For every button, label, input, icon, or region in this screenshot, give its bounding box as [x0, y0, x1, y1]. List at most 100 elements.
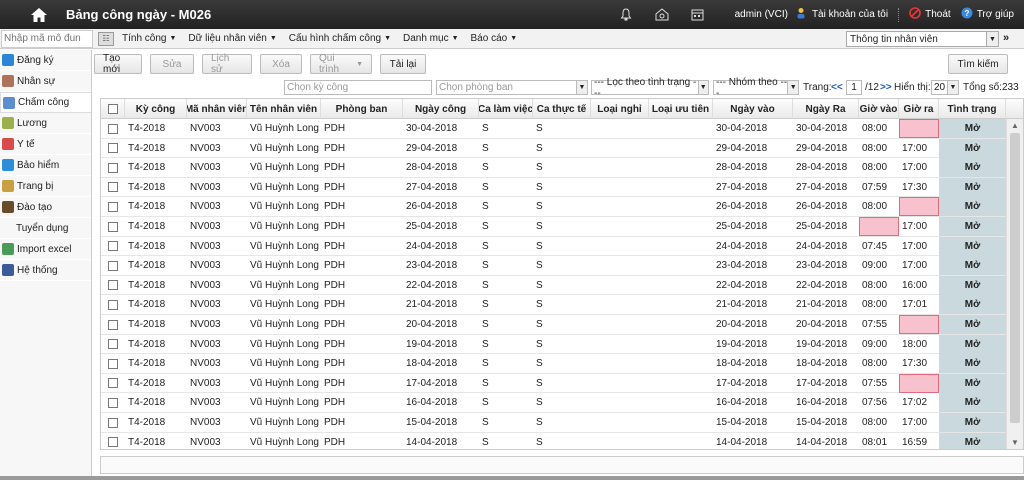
next-page-link[interactable]: >>	[880, 82, 892, 93]
bell-icon[interactable]	[619, 8, 633, 22]
table-row[interactable]: T4-2018 NV003 Vũ Huỳnh Long PDH 28-04-2018 S S…	[101, 158, 1006, 178]
table-row[interactable]: T4-2018 NV003 Vũ Huỳnh Long PDH 17-04-2018 S S…	[101, 373, 1006, 394]
delete-button[interactable]: Xóa	[260, 54, 302, 74]
expand-icon[interactable]: »	[1003, 32, 1009, 44]
sidebar-item-đăng-ký[interactable]: Đăng ký	[0, 50, 91, 71]
row-checkbox[interactable]	[108, 260, 118, 271]
grid-menu-icon[interactable]: ☷	[98, 31, 114, 46]
sidebar-item-chấm-công[interactable]: Chấm công	[0, 92, 91, 113]
table-row[interactable]: T4-2018 NV003 Vũ Huỳnh Long PDH 24-04-2018 S S…	[101, 236, 1006, 257]
column-header[interactable]: Loại nghỉ	[591, 99, 649, 119]
column-header[interactable]: Ca làm việc	[479, 99, 533, 119]
page-input[interactable]: 1	[846, 80, 862, 95]
row-checkbox[interactable]	[108, 241, 118, 252]
row-checkbox[interactable]	[108, 437, 118, 448]
sidebar-item-y-tế[interactable]: Y tế	[0, 134, 91, 155]
row-checkbox[interactable]	[108, 123, 118, 134]
table-row[interactable]: T4-2018 NV003 Vũ Huỳnh Long PDH 18-04-2018 S S…	[101, 354, 1006, 374]
column-header[interactable]: Giờ ra	[899, 99, 939, 119]
scroll-down-icon[interactable]: ▼	[1011, 438, 1019, 447]
table-row[interactable]: T4-2018 NV003 Vũ Huỳnh Long PDH 26-04-2018 S S…	[101, 197, 1006, 217]
sidebar-item-nhân-sự[interactable]: Nhân sự	[0, 71, 91, 92]
row-checkbox[interactable]	[108, 319, 118, 330]
row-checkbox[interactable]	[108, 417, 118, 428]
table-row[interactable]: T4-2018 NV003 Vũ Huỳnh Long PDH 20-04-2018 S S…	[101, 315, 1006, 335]
row-checkbox[interactable]	[108, 339, 118, 350]
table-row[interactable]: T4-2018 NV003 Vũ Huỳnh Long PDH 21-04-2018 S S…	[101, 295, 1006, 315]
row-checkbox[interactable]	[108, 143, 118, 154]
table-row[interactable]: T4-2018 NV003 Vũ Huỳnh Long PDH 14-04-2018 S S…	[101, 432, 1006, 449]
row-checkbox[interactable]	[108, 221, 118, 232]
sidebar-item-lương[interactable]: Lương	[0, 113, 91, 134]
column-header[interactable]: Tình trạng	[939, 99, 1006, 119]
period-input[interactable]: Chọn kỳ công	[284, 80, 432, 95]
info-select[interactable]: Thông tin nhân viên ▼	[846, 31, 999, 47]
row-checkbox[interactable]	[108, 201, 118, 212]
column-header[interactable]: Kỳ công	[125, 99, 187, 119]
row-checkbox[interactable]	[108, 397, 118, 408]
sidebar-item-import-excel[interactable]: Import excel	[0, 239, 91, 260]
row-checkbox[interactable]	[108, 358, 118, 369]
home-icon[interactable]	[26, 0, 52, 29]
row-checkbox[interactable]	[108, 280, 118, 291]
column-header[interactable]: Loại ưu tiên	[649, 99, 713, 119]
vertical-scrollbar[interactable]: ▲ ▼	[1006, 119, 1023, 449]
select-all-header[interactable]	[101, 99, 125, 119]
menu-cau-hinh-cham-cong[interactable]: Cấu hình chấm công ▼	[289, 33, 391, 44]
new-button[interactable]: Tạo mới	[94, 53, 142, 75]
table-row[interactable]: T4-2018 NV003 Vũ Huỳnh Long PDH 25-04-2018 S S…	[101, 217, 1006, 237]
sidebar-item-bảo-hiểm[interactable]: Bảo hiểm	[0, 155, 91, 176]
dashboard-icon[interactable]	[655, 8, 669, 22]
cell-in: 07:55	[862, 377, 888, 389]
chevron-down-icon: ▼	[576, 81, 587, 94]
sidebar-item-trang-bị[interactable]: Trang bị	[0, 176, 91, 197]
search-button[interactable]: Tìm kiếm	[948, 54, 1008, 74]
table-row[interactable]: T4-2018 NV003 Vũ Huỳnh Long PDH 22-04-2018 S S…	[101, 275, 1006, 296]
row-checkbox[interactable]	[108, 182, 118, 193]
column-header[interactable]: Mã nhân viên	[187, 99, 247, 119]
sidebar-item-hệ-thống[interactable]: Hệ thống	[0, 260, 91, 281]
dept-select[interactable]: Chọn phòng ban ▼	[436, 80, 588, 95]
page-size-select[interactable]: 20 ▼	[931, 80, 959, 95]
row-checkbox[interactable]	[108, 162, 118, 173]
menu-danh-muc[interactable]: Danh mục ▼	[403, 33, 459, 44]
workflow-button[interactable]: Qui trình ▼	[310, 53, 372, 75]
table-row[interactable]: T4-2018 NV003 Vũ Huỳnh Long PDH 16-04-2018 S S…	[101, 393, 1006, 413]
scroll-up-icon[interactable]: ▲	[1011, 121, 1019, 130]
select-all-checkbox[interactable]	[107, 104, 118, 114]
my-account-link[interactable]: Tài khoản của tôi	[796, 7, 888, 22]
first-page-link[interactable]: <<	[831, 82, 843, 93]
column-header[interactable]: Ngày công	[403, 99, 479, 119]
edit-button[interactable]: Sửa	[150, 54, 194, 74]
table-row[interactable]: T4-2018 NV003 Vũ Huỳnh Long PDH 15-04-2018 S S…	[101, 413, 1006, 433]
table-row[interactable]: T4-2018 NV003 Vũ Huỳnh Long PDH 30-04-2018 S S…	[101, 119, 1006, 139]
module-code-input[interactable]	[1, 29, 93, 48]
column-header[interactable]: Ngày vào	[713, 99, 793, 119]
group-by-select[interactable]: --- Nhóm theo --- ▼	[713, 77, 799, 99]
table-row[interactable]: T4-2018 NV003 Vũ Huỳnh Long PDH 23-04-2018 S S…	[101, 256, 1006, 276]
table-row[interactable]: T4-2018 NV003 Vũ Huỳnh Long PDH 29-04-2018 S S…	[101, 138, 1006, 159]
table-row[interactable]: T4-2018 NV003 Vũ Huỳnh Long PDH 19-04-2018 S S…	[101, 334, 1006, 355]
column-header[interactable]: Giờ vào	[859, 99, 899, 119]
sidebar-item-tuyển-dụng[interactable]: Tuyển dụng	[0, 218, 91, 239]
calendar-icon[interactable]	[691, 8, 705, 22]
help-link[interactable]: ? Trợ giúp	[961, 7, 1014, 22]
menu-du-lieu-nhan-vien[interactable]: Dữ liệu nhân viên ▼	[188, 33, 276, 44]
menu-tinh-cong[interactable]: Tính công ▼	[122, 33, 176, 44]
menu-bao-cao[interactable]: Báo cáo ▼	[471, 33, 518, 44]
table-row[interactable]: T4-2018 NV003 Vũ Huỳnh Long PDH 27-04-2018 S S…	[101, 177, 1006, 198]
sidebar-item-label: Nhân sự	[17, 75, 56, 87]
column-header[interactable]: Ca thực tế	[533, 99, 591, 119]
scroll-thumb[interactable]	[1010, 133, 1020, 423]
row-checkbox[interactable]	[108, 378, 118, 389]
reload-button[interactable]: Tải lại	[380, 54, 426, 74]
column-header[interactable]: Ngày Ra	[793, 99, 859, 119]
cell-dept: PDH	[324, 260, 346, 272]
history-button[interactable]: Lịch sử	[202, 53, 252, 75]
sidebar-item-đào-tạo[interactable]: Đào tạo	[0, 197, 91, 218]
status-filter-select[interactable]: --- Lọc theo tình trạng --- ▼	[591, 77, 709, 99]
column-header[interactable]: Phòng ban	[321, 99, 403, 119]
logout-link[interactable]: Thoát	[909, 7, 951, 22]
row-checkbox[interactable]	[108, 299, 118, 310]
column-header[interactable]: Tên nhân viên	[247, 99, 321, 119]
